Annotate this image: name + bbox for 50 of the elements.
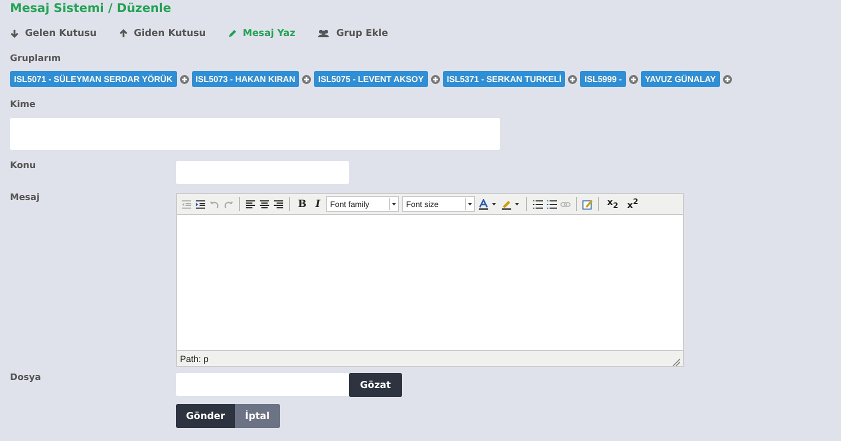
- add-icon[interactable]: [302, 74, 312, 84]
- align-right-icon[interactable]: [273, 198, 284, 210]
- italic-button[interactable]: I: [312, 198, 324, 210]
- browse-button[interactable]: Gözat: [349, 373, 402, 397]
- pencil-icon: [228, 28, 237, 38]
- field-label: Dosya: [10, 373, 42, 385]
- edit-icon[interactable]: [582, 198, 594, 210]
- resize-handle-icon[interactable]: [672, 358, 680, 366]
- nav-link[interactable]: Gelen Kutusu: [10, 28, 97, 38]
- text-color-button[interactable]: [478, 198, 498, 210]
- group-tag[interactable]: ISL5073 - HAKAN KIRAN: [192, 71, 300, 87]
- field-label: Gruplarım: [10, 54, 62, 66]
- field-label: Konu: [10, 161, 37, 173]
- cancel-button[interactable]: İptal: [235, 404, 280, 428]
- add-icon[interactable]: [722, 74, 732, 84]
- caret-icon[interactable]: [465, 198, 474, 210]
- font-dropdown[interactable]: Font family: [326, 196, 400, 212]
- caret-icon[interactable]: [389, 198, 398, 210]
- add-icon[interactable]: [430, 74, 440, 84]
- down-arrow-icon: [10, 28, 19, 38]
- page-title: Mesaj Sistemi / Düzenle: [10, 1, 172, 17]
- script-button[interactable]: x$_{2}$: [604, 198, 622, 210]
- highlight-button[interactable]: [501, 198, 522, 210]
- add-icon[interactable]: [568, 74, 578, 84]
- users-icon: [317, 28, 330, 38]
- align-center-icon[interactable]: [259, 198, 270, 210]
- numbered-list-icon[interactable]: [546, 198, 558, 210]
- bullet-list-icon[interactable]: [532, 198, 544, 210]
- send-button[interactable]: Gönder: [176, 404, 236, 428]
- field-label: Kime: [10, 100, 37, 112]
- nav-link[interactable]: Grup Ekle: [317, 28, 388, 38]
- bold-button[interactable]: B: [295, 198, 310, 210]
- up-arrow-icon: [118, 28, 128, 38]
- add-icon[interactable]: [180, 74, 189, 84]
- file-field[interactable]: [176, 373, 349, 396]
- group-tag[interactable]: ISL5075 - LEVENT AKSOY: [314, 71, 428, 87]
- field-label: Mesaj: [10, 193, 41, 205]
- group-tag[interactable]: ISL5999 -: [580, 71, 626, 87]
- subject-field[interactable]: [176, 161, 349, 184]
- group-tag[interactable]: ISL5071 - SÜLEYMAN SERDAR YÖRÜK: [10, 71, 177, 87]
- group-tag[interactable]: YAVUZ GÜNALAY: [640, 71, 720, 87]
- script-button[interactable]: x$^{2}$: [624, 197, 642, 211]
- path-status: Path: p: [180, 354, 209, 364]
- align-left-icon[interactable]: [245, 198, 256, 210]
- recipient-field[interactable]: [10, 118, 500, 150]
- nav-link[interactable]: Giden Kutusu: [118, 28, 206, 38]
- group-tag[interactable]: ISL5371 - SERKAN TURKELİ: [442, 71, 566, 87]
- indent-icon[interactable]: [195, 198, 206, 210]
- font-dropdown[interactable]: Font size: [402, 196, 476, 212]
- add-icon[interactable]: [628, 74, 638, 84]
